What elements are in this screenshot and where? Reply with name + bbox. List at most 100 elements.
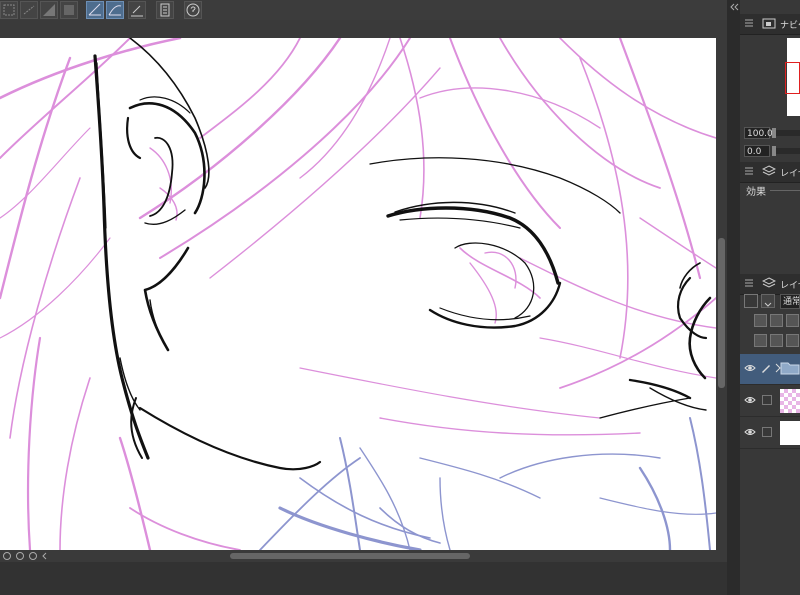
new-raster-layer-icon[interactable] bbox=[754, 314, 767, 327]
lock-checkbox[interactable] bbox=[762, 395, 772, 405]
pink-stroke bbox=[0, 237, 111, 339]
select-tool-button[interactable] bbox=[0, 1, 18, 19]
layer-panel-header: レイヤ bbox=[740, 274, 800, 295]
blue-stroke bbox=[379, 507, 441, 544]
blue-stroke bbox=[278, 506, 422, 550]
gradient-icon bbox=[43, 4, 55, 16]
blue-stroke bbox=[299, 477, 431, 539]
pink-stroke bbox=[59, 377, 91, 550]
layer-tab[interactable]: レイヤ bbox=[780, 278, 800, 291]
blue-stroke bbox=[499, 453, 661, 479]
navigator-header: ナビゲ bbox=[740, 14, 800, 35]
layer-property-tab[interactable]: レイヤ bbox=[780, 166, 800, 179]
gradient-button[interactable] bbox=[40, 1, 58, 19]
layer-row[interactable] bbox=[740, 386, 800, 417]
new-folder-icon[interactable] bbox=[786, 314, 799, 327]
chevron-down-icon bbox=[764, 302, 772, 307]
blue-sketch-layer bbox=[259, 417, 716, 550]
pink-stroke bbox=[379, 417, 641, 436]
shape-button[interactable] bbox=[60, 1, 78, 19]
panel-separator bbox=[727, 0, 740, 595]
new-vector-layer-icon[interactable] bbox=[770, 314, 783, 327]
delete-layer-icon[interactable] bbox=[786, 334, 799, 347]
blue-stroke bbox=[638, 466, 672, 550]
rotate-slider[interactable] bbox=[772, 146, 800, 156]
vertical-scroll-thumb[interactable] bbox=[718, 238, 725, 388]
status-bar bbox=[0, 562, 740, 595]
layer-thumbnail bbox=[780, 421, 800, 445]
zoom-slider[interactable] bbox=[772, 128, 800, 138]
horizontal-scroll-thumb[interactable] bbox=[230, 553, 470, 559]
layers-icon bbox=[762, 277, 776, 288]
copy-layer-icon[interactable] bbox=[770, 334, 783, 347]
special-ruler-button[interactable] bbox=[106, 1, 124, 19]
effect-divider bbox=[770, 190, 800, 191]
pink-stroke bbox=[399, 38, 425, 219]
right-dock: ナビゲ 100.0 0.0 レイヤ 効果 レイヤ 通常 bbox=[740, 0, 800, 595]
menu-icon[interactable] bbox=[745, 278, 753, 288]
pink-stroke bbox=[209, 67, 441, 279]
pink-stroke bbox=[419, 87, 601, 129]
lock-checkbox[interactable] bbox=[762, 427, 772, 437]
blue-stroke bbox=[689, 417, 711, 550]
menu-icon[interactable] bbox=[745, 18, 753, 28]
pink-stroke bbox=[159, 38, 411, 259]
blue-stroke bbox=[359, 447, 411, 550]
pink-stroke bbox=[519, 257, 716, 329]
blend-checkbox[interactable] bbox=[744, 294, 758, 308]
keypad-icon bbox=[160, 3, 170, 17]
blue-stroke bbox=[439, 477, 451, 550]
eye-icon[interactable] bbox=[744, 363, 756, 373]
blue-stroke bbox=[259, 457, 361, 550]
folder-icon bbox=[780, 362, 800, 375]
canvas-horizontal-scrollbar[interactable] bbox=[0, 550, 727, 562]
pencil-icon[interactable] bbox=[760, 362, 772, 374]
eye-icon[interactable] bbox=[744, 395, 756, 405]
rotate-value[interactable]: 0.0 bbox=[744, 145, 770, 157]
layer-thumbnail bbox=[780, 389, 800, 413]
pink-stroke bbox=[0, 38, 131, 159]
drawing-canvas[interactable] bbox=[0, 38, 716, 550]
blend-mode-select[interactable]: 通常 bbox=[780, 294, 800, 309]
pink-stroke bbox=[499, 38, 661, 189]
pink-stroke bbox=[129, 507, 241, 550]
pink-stroke bbox=[26, 336, 42, 550]
lineart-layer bbox=[93, 38, 712, 471]
lasso-button[interactable] bbox=[20, 1, 38, 19]
navigator-icon bbox=[762, 18, 776, 29]
rotate-slider-knob[interactable] bbox=[772, 146, 776, 156]
blend-dropdown-toggle[interactable] bbox=[761, 294, 775, 308]
canvas-vertical-scrollbar[interactable] bbox=[716, 38, 727, 550]
ruler-snap-icon bbox=[88, 3, 101, 16]
ruler-snap-button[interactable] bbox=[86, 1, 104, 19]
zoom-slider-knob[interactable] bbox=[772, 128, 776, 138]
mask-icon[interactable] bbox=[754, 334, 767, 347]
lasso-icon bbox=[23, 5, 35, 15]
layer-property-icon bbox=[762, 165, 776, 176]
layer-property-header: レイヤ bbox=[740, 162, 800, 183]
pink-stroke bbox=[459, 247, 541, 299]
view-rotate-icons[interactable] bbox=[2, 551, 52, 561]
layer-row[interactable] bbox=[740, 354, 800, 385]
pink-stroke bbox=[0, 127, 91, 219]
top-toolbar bbox=[0, 0, 740, 21]
pink-stroke bbox=[0, 38, 182, 100]
collapse-panel-icon[interactable] bbox=[729, 2, 739, 12]
eye-icon[interactable] bbox=[744, 427, 756, 437]
curve-ruler-icon bbox=[108, 5, 122, 16]
navigator-view-frame[interactable] bbox=[785, 62, 800, 94]
menu-icon[interactable] bbox=[745, 166, 753, 176]
canvas-artwork bbox=[0, 38, 716, 550]
help-icon bbox=[186, 3, 200, 17]
canvas-tab-bar bbox=[0, 20, 740, 38]
zoom-value[interactable]: 100.0 bbox=[744, 127, 773, 139]
pink-stroke bbox=[299, 367, 601, 419]
keyboard-button[interactable] bbox=[156, 1, 174, 19]
pink-stroke bbox=[579, 57, 629, 359]
pink-stroke bbox=[559, 297, 716, 389]
layer-row[interactable] bbox=[740, 418, 800, 449]
pen-ruler-button[interactable] bbox=[128, 1, 146, 19]
pen-ruler-icon bbox=[131, 5, 143, 17]
navigator-tab[interactable]: ナビゲ bbox=[780, 18, 800, 31]
help-button[interactable] bbox=[184, 1, 202, 19]
